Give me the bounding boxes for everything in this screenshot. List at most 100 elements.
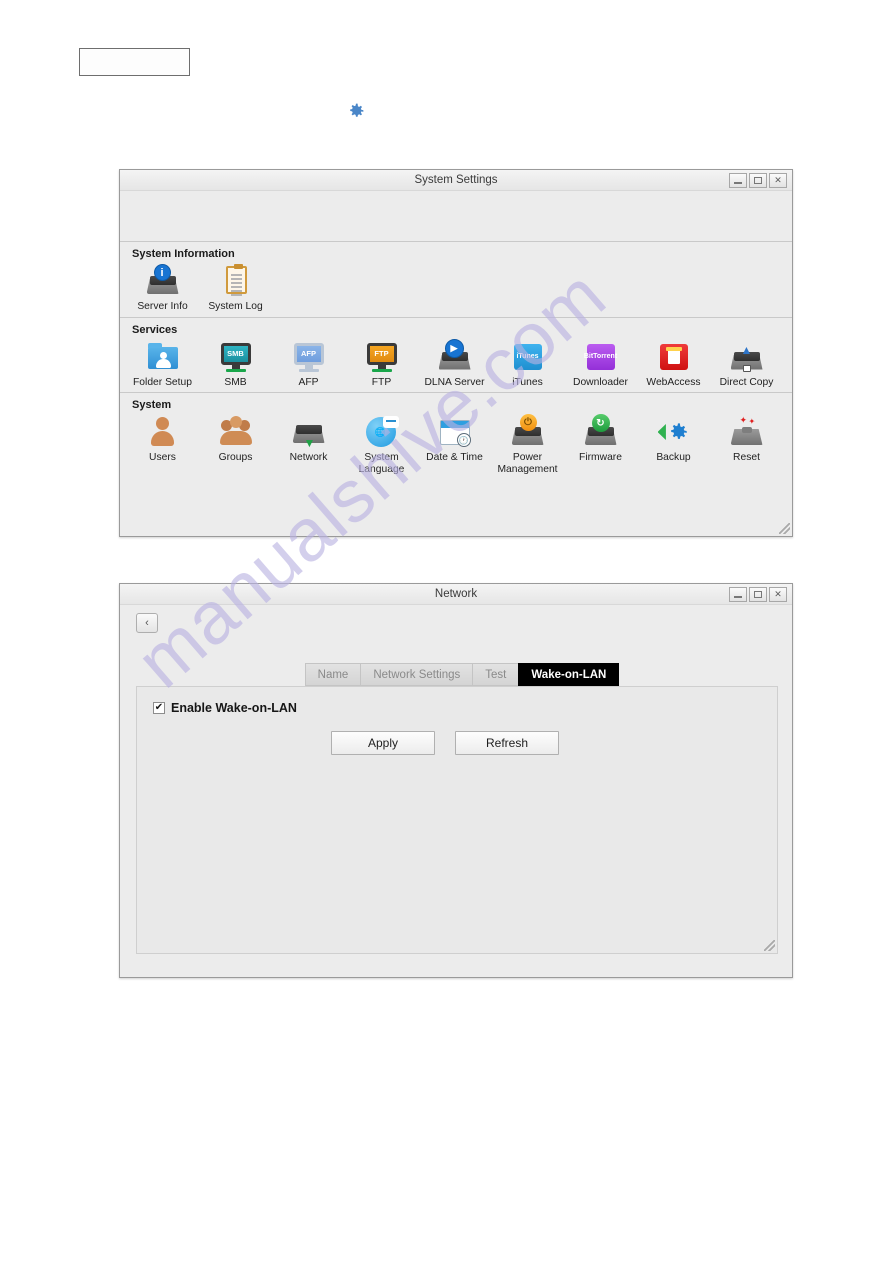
item-power-management[interactable]: ⏻ Power Management xyxy=(491,413,564,475)
item-reset[interactable]: ✦ ✦ Reset xyxy=(710,413,783,475)
minimize-button[interactable] xyxy=(729,587,747,602)
item-label: Reset xyxy=(733,452,760,463)
section-system: System Users Groups ▼ Network 🌐 System L… xyxy=(120,393,792,534)
item-label: Date & Time xyxy=(426,452,483,463)
ftp-icon: FTP xyxy=(364,339,400,375)
page-root: System Settings ✕ System Information i S… xyxy=(0,0,893,1263)
resize-grip[interactable] xyxy=(779,523,790,534)
system-language-icon: 🌐 xyxy=(364,414,400,450)
afp-badge: AFP xyxy=(293,342,324,365)
network-window: Network ✕ ‹ Name Network Settings Test W… xyxy=(119,583,793,978)
item-system-language[interactable]: 🌐 System Language xyxy=(345,413,418,475)
item-users[interactable]: Users xyxy=(126,413,199,475)
network-titlebar: Network ✕ xyxy=(120,584,792,605)
maximize-button[interactable] xyxy=(749,587,767,602)
system-settings-titlebar: System Settings ✕ xyxy=(120,170,792,191)
item-label: SMB xyxy=(224,376,247,388)
item-label: Server Info xyxy=(137,301,188,312)
icon-row-services: Folder Setup SMB SMB AFP AFP FTP FTP ▶ D… xyxy=(120,338,792,389)
item-label: AFP xyxy=(298,376,319,388)
item-date-time[interactable]: 🕐 Date & Time xyxy=(418,413,491,475)
item-server-info[interactable]: i Server Info xyxy=(126,262,199,313)
smb-icon: SMB xyxy=(218,339,254,375)
header-box xyxy=(79,48,190,76)
item-webaccess[interactable]: WebAccess xyxy=(637,338,710,389)
item-firmware[interactable]: ↻ Firmware xyxy=(564,413,637,475)
section-services: Services Folder Setup SMB SMB AFP AFP FT… xyxy=(120,317,792,393)
network-tabstrip: Name Network Settings Test Wake-on-LAN xyxy=(120,663,792,686)
item-label: FTP xyxy=(371,376,392,388)
tab-wake-on-lan[interactable]: Wake-on-LAN xyxy=(518,663,620,686)
close-button[interactable]: ✕ xyxy=(769,173,787,188)
item-label: Firmware xyxy=(579,452,622,463)
icon-row-system: Users Groups ▼ Network 🌐 System Language… xyxy=(120,413,792,475)
resize-grip[interactable] xyxy=(764,940,775,951)
item-label: Backup xyxy=(656,452,691,463)
apply-button[interactable]: Apply xyxy=(331,731,435,755)
item-label: System Language xyxy=(358,452,405,475)
back-button[interactable]: ‹ xyxy=(136,613,158,633)
close-button[interactable]: ✕ xyxy=(769,587,787,602)
section-title: Services xyxy=(132,323,178,336)
system-log-icon xyxy=(218,263,254,299)
system-settings-toolbar-area xyxy=(120,191,792,242)
item-dlna-server[interactable]: ▶ DLNA Server xyxy=(418,338,491,389)
item-label: Direct Copy xyxy=(719,376,774,388)
network-window-controls: ✕ xyxy=(729,587,787,602)
refresh-button[interactable]: Refresh xyxy=(455,731,559,755)
server-info-icon: i xyxy=(145,263,181,299)
item-label: DLNA Server xyxy=(424,376,485,388)
section-title: System Information xyxy=(132,248,235,260)
item-system-log[interactable]: System Log xyxy=(199,262,272,313)
item-label: Users xyxy=(149,452,176,463)
wake-on-lan-panel: Enable Wake-on-LAN Apply Refresh xyxy=(136,686,778,954)
item-downloader[interactable]: BitTorrent Downloader xyxy=(564,338,637,389)
enable-wake-on-lan-checkbox[interactable] xyxy=(153,702,165,714)
network-toolbar: ‹ xyxy=(120,605,792,643)
item-smb[interactable]: SMB SMB xyxy=(199,338,272,389)
itunes-icon: iTunes xyxy=(510,339,546,375)
tab-network-settings[interactable]: Network Settings xyxy=(360,663,473,686)
tab-name[interactable]: Name xyxy=(304,663,361,686)
smb-badge: SMB xyxy=(220,342,251,365)
dlna-server-icon: ▶ xyxy=(437,338,473,375)
item-network[interactable]: ▼ Network xyxy=(272,413,345,475)
enable-wake-on-lan-row[interactable]: Enable Wake-on-LAN xyxy=(153,701,777,715)
minimize-button[interactable] xyxy=(729,173,747,188)
item-direct-copy[interactable]: ▲ Direct Copy xyxy=(710,338,783,389)
item-ftp[interactable]: FTP FTP xyxy=(345,338,418,389)
tab-test[interactable]: Test xyxy=(472,663,519,686)
ftp-badge: FTP xyxy=(366,342,397,365)
item-label: iTunes xyxy=(512,376,543,388)
date-time-icon: 🕐 xyxy=(437,414,473,450)
item-groups[interactable]: Groups xyxy=(199,413,272,475)
afp-icon: AFP xyxy=(291,339,327,375)
item-folder-setup[interactable]: Folder Setup xyxy=(126,338,199,389)
icon-row-system-information: i Server Info System Log xyxy=(120,262,792,313)
maximize-button[interactable] xyxy=(749,173,767,188)
network-title: Network xyxy=(434,588,478,600)
item-label: Power Management xyxy=(497,452,558,475)
item-label: Folder Setup xyxy=(133,376,192,388)
section-title: System xyxy=(132,399,172,411)
system-settings-window-controls: ✕ xyxy=(729,173,787,188)
panel-button-row: Apply Refresh xyxy=(331,731,777,755)
item-afp[interactable]: AFP AFP xyxy=(272,338,345,389)
backup-icon xyxy=(656,414,692,450)
enable-wake-on-lan-label: Enable Wake-on-LAN xyxy=(171,701,297,715)
item-label: Groups xyxy=(218,452,253,463)
item-itunes[interactable]: iTunes iTunes xyxy=(491,338,564,389)
item-label: Downloader xyxy=(573,376,628,388)
reset-icon: ✦ ✦ xyxy=(729,414,765,450)
system-settings-window: System Settings ✕ System Information i S… xyxy=(119,169,793,537)
item-label: Network xyxy=(289,452,328,463)
itunes-badge: iTunes xyxy=(513,343,542,370)
direct-copy-icon: ▲ xyxy=(729,339,765,375)
firmware-icon: ↻ xyxy=(583,414,619,450)
bittorrent-badge: BitTorrent xyxy=(584,343,617,370)
folder-setup-icon xyxy=(145,339,181,375)
system-settings-title: System Settings xyxy=(414,174,498,186)
item-label: System Log xyxy=(208,301,263,312)
downloader-icon: BitTorrent xyxy=(583,339,619,375)
item-backup[interactable]: Backup xyxy=(637,413,710,475)
